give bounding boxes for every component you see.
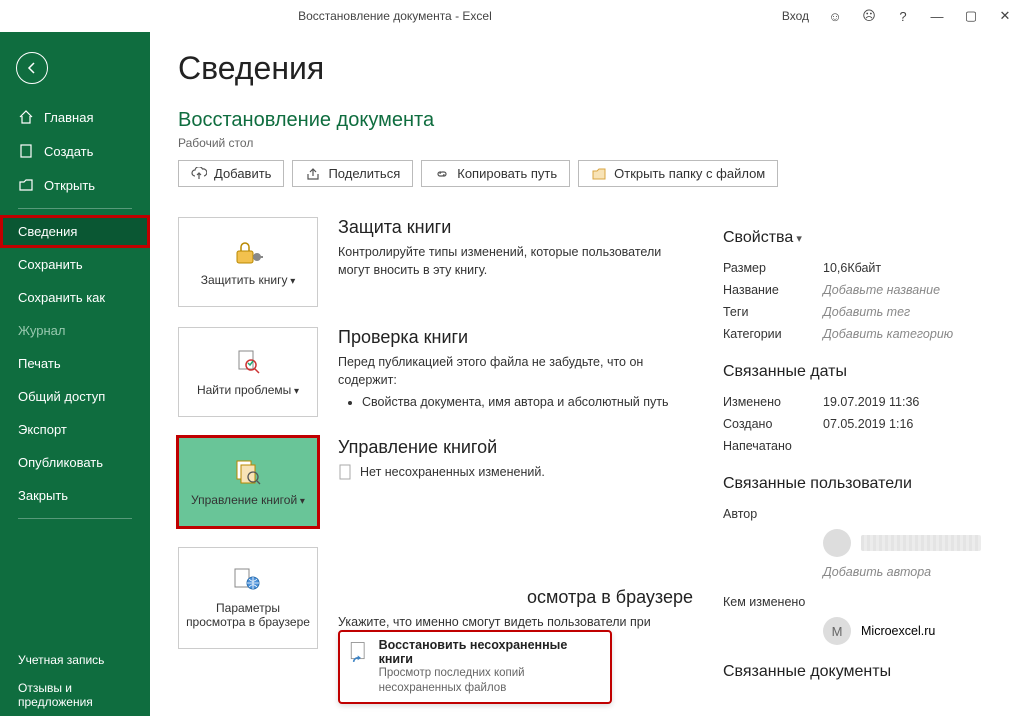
nav-new[interactable]: Создать xyxy=(0,134,150,168)
recover-title: Восстановить несохраненные книги xyxy=(379,638,602,666)
author-avatar[interactable] xyxy=(823,529,851,557)
content-pane: Сведения Восстановление документа Рабочи… xyxy=(150,32,1027,716)
nav-new-label: Создать xyxy=(44,144,93,159)
manage-title: Управление книгой xyxy=(338,437,693,458)
doc-icon xyxy=(338,464,352,480)
recover-sub: Просмотр последних копий несохраненных ф… xyxy=(379,666,602,696)
back-button[interactable] xyxy=(16,52,48,84)
help-icon[interactable]: ? xyxy=(889,2,917,30)
nav-close[interactable]: Закрыть xyxy=(0,479,150,512)
inspect-icon xyxy=(231,347,265,377)
nav-info[interactable]: Сведения xyxy=(0,215,150,248)
tile-manage[interactable]: Управление книгой xyxy=(178,437,318,527)
prop-cat[interactable]: Добавить категорию xyxy=(823,327,953,341)
nav-history: Журнал xyxy=(0,314,150,347)
share-button[interactable]: Поделиться xyxy=(292,160,413,187)
signin-link[interactable]: Вход xyxy=(782,9,809,23)
protect-title: Защита книги xyxy=(338,217,693,238)
users-group: Связанные пользователи xyxy=(723,475,1003,493)
changedby-avatar[interactable]: M xyxy=(823,617,851,645)
prop-size: 10,6Кбайт xyxy=(823,261,881,275)
nav-share[interactable]: Общий доступ xyxy=(0,380,150,413)
tile-protect[interactable]: Защитить книгу xyxy=(178,217,318,307)
manage-none: Нет несохраненных изменений. xyxy=(360,465,545,479)
recover-popup[interactable]: Восстановить несохраненные книги Просмот… xyxy=(338,630,612,704)
section-inspect: Найти проблемы Проверка книги Перед публ… xyxy=(178,327,693,417)
share-icon xyxy=(305,167,321,181)
window-title: Восстановление документа - Excel xyxy=(8,9,782,23)
protect-desc: Контролируйте типы изменений, которые по… xyxy=(338,244,693,279)
face-smile-icon[interactable]: ☺ xyxy=(821,2,849,30)
folder-icon xyxy=(591,167,607,181)
nav-print[interactable]: Печать xyxy=(0,347,150,380)
nav-open[interactable]: Открыть xyxy=(0,168,150,202)
props-group[interactable]: Свойства xyxy=(723,229,802,246)
nav-export[interactable]: Экспорт xyxy=(0,413,150,446)
date-modified: 19.07.2019 11:36 xyxy=(823,395,919,409)
doc-location: Рабочий стол xyxy=(178,136,1003,150)
nav-open-label: Открыть xyxy=(44,178,95,193)
tile-browser[interactable]: Параметры просмотра в браузере xyxy=(178,547,318,649)
link-icon xyxy=(434,167,450,181)
browser-title: осмотра в браузере xyxy=(338,587,693,608)
inspect-desc: Перед публикацией этого файла не забудьт… xyxy=(338,354,693,389)
prop-tags[interactable]: Добавить тег xyxy=(823,305,910,319)
nav-publish[interactable]: Опубликовать xyxy=(0,446,150,479)
face-frown-icon[interactable]: ☹ xyxy=(855,2,883,30)
nav-feedback[interactable]: Отзывы и предложения xyxy=(0,674,150,716)
nav-saveas[interactable]: Сохранить как xyxy=(0,281,150,314)
section-manage: Управление книгой Управление книгой Нет … xyxy=(178,437,693,527)
titlebar: Восстановление документа - Excel Вход ☺ … xyxy=(0,0,1027,32)
cloud-upload-icon xyxy=(191,167,207,181)
maximize-button[interactable]: ▢ xyxy=(957,2,985,30)
page-heading: Сведения xyxy=(178,50,1003,87)
inspect-title: Проверка книги xyxy=(338,327,693,348)
add-author[interactable]: Добавить автора xyxy=(823,565,931,579)
nav-info-label: Сведения xyxy=(18,224,77,239)
nav-home[interactable]: Главная xyxy=(0,100,150,134)
browser-icon xyxy=(231,567,265,593)
prop-title[interactable]: Добавьте название xyxy=(823,283,940,297)
manage-icon xyxy=(231,457,265,487)
backstage-sidebar: Главная Создать Открыть Сведения Сохрани… xyxy=(0,32,150,716)
author-name-redacted xyxy=(861,535,981,551)
properties-panel: Свойства Размер10,6Кбайт НазваниеДобавьт… xyxy=(723,217,1003,691)
minimize-button[interactable]: — xyxy=(923,2,951,30)
inspect-bullet: Свойства документа, имя автора и абсолют… xyxy=(362,395,693,409)
recover-icon xyxy=(348,638,371,668)
copy-path-button[interactable]: Копировать путь xyxy=(421,160,570,187)
lock-icon xyxy=(231,237,265,267)
changedby-name: Microexcel.ru xyxy=(861,624,935,638)
toolbar: Добавить Поделиться Копировать путь Откр… xyxy=(178,160,1003,187)
tile-inspect[interactable]: Найти проблемы xyxy=(178,327,318,417)
date-created: 07.05.2019 1:16 xyxy=(823,417,913,431)
close-button[interactable]: ✕ xyxy=(991,2,1019,30)
nav-save[interactable]: Сохранить xyxy=(0,248,150,281)
open-folder-button[interactable]: Открыть папку с файлом xyxy=(578,160,778,187)
doc-title: Восстановление документа xyxy=(178,109,1003,132)
related-docs-group: Связанные документы xyxy=(723,663,1003,681)
upload-button[interactable]: Добавить xyxy=(178,160,284,187)
nav-home-label: Главная xyxy=(44,110,93,125)
dates-group: Связанные даты xyxy=(723,363,1003,381)
section-protect: Защитить книгу Защита книги Контролируйт… xyxy=(178,217,693,307)
nav-account[interactable]: Учетная запись xyxy=(0,646,150,674)
